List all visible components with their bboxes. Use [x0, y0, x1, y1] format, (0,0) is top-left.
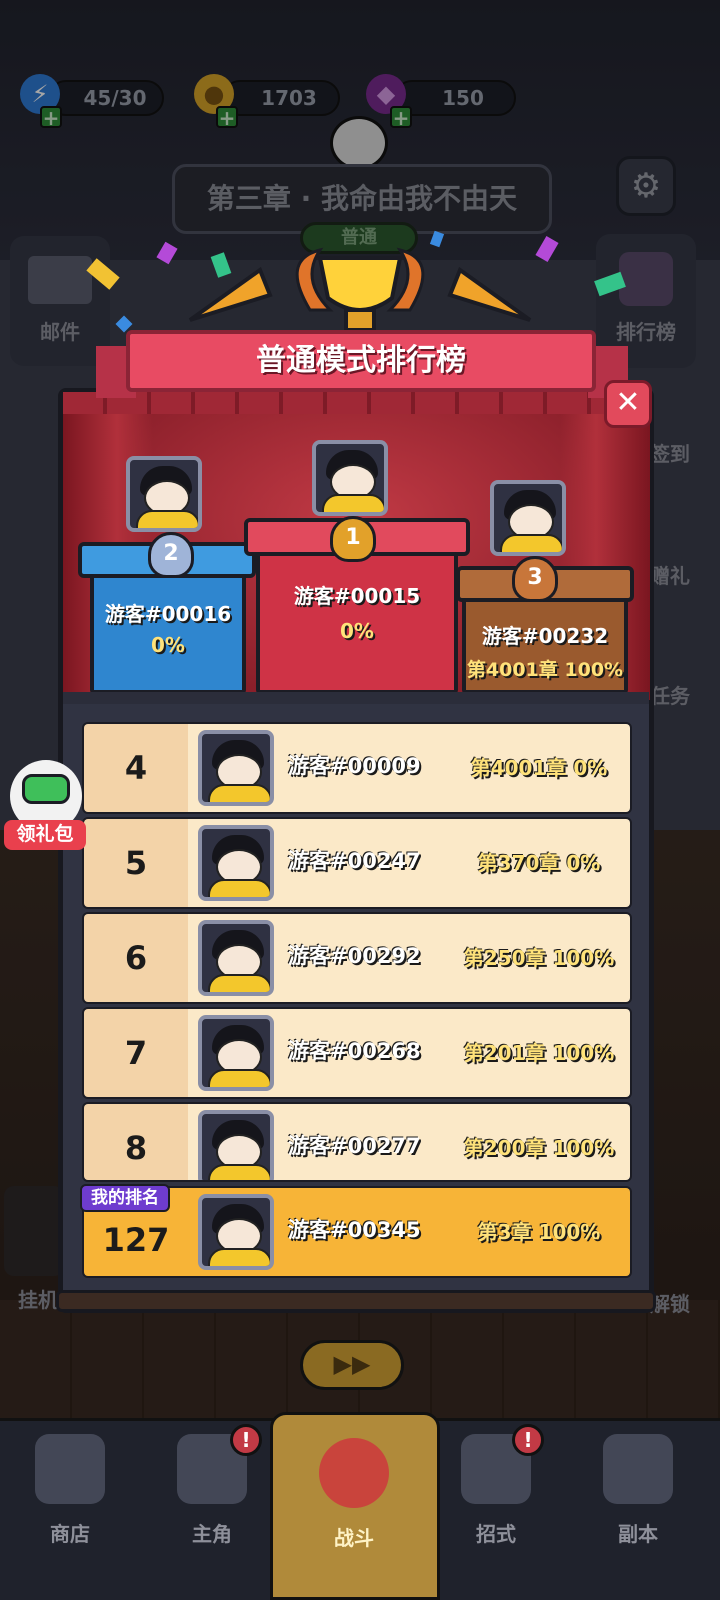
row-avatar	[198, 1015, 274, 1091]
trophy-icon	[188, 247, 532, 332]
row-avatar	[198, 1110, 274, 1180]
row-progress: 第4001章 0%	[470, 756, 608, 780]
nav-hero-label: 主角	[192, 1522, 232, 1546]
podium-3[interactable]: 游客#00232 第4001章 100%	[462, 598, 628, 694]
row-progress: 第370章 0%	[477, 851, 601, 875]
my-avatar	[198, 1194, 274, 1270]
nav-shop[interactable]: 商店	[10, 1430, 130, 1550]
nav-battle-label: 战斗	[334, 1526, 374, 1550]
podium-3-name: 游客#00232	[481, 624, 609, 648]
podium-2-score: 0%	[151, 633, 185, 657]
close-button[interactable]: ✕	[604, 380, 652, 428]
rank-2-badge: 2	[148, 532, 194, 578]
close-icon: ✕	[615, 385, 641, 420]
fast-forward-icon[interactable]: ▶▶	[300, 1340, 404, 1390]
my-rank-tag: 我的排名	[80, 1184, 170, 1212]
nav-shop-label: 商店	[50, 1522, 90, 1546]
curtain-valance	[63, 392, 649, 414]
shop-icon	[35, 1434, 105, 1504]
podium-1-score: 0%	[340, 619, 374, 643]
row-player-name: 游客#00277	[288, 1134, 421, 1158]
ranking-row[interactable]: 8 游客#00277 第200章 100%	[82, 1102, 632, 1182]
gamepad-machine-icon	[603, 1434, 673, 1504]
row-avatar	[198, 730, 274, 806]
panel-base	[56, 1290, 656, 1312]
row-player-name: 游客#00268	[288, 1039, 421, 1063]
podium-divider	[63, 692, 649, 704]
row-rank: 8	[84, 1104, 188, 1180]
podium-2[interactable]: 游客#00016 0%	[90, 574, 246, 694]
row-progress: 第200章 100%	[463, 1136, 615, 1160]
moves-alert-icon: !	[512, 1424, 544, 1456]
podium-2-name: 游客#00016	[104, 602, 232, 626]
hero-alert-icon: !	[230, 1424, 262, 1456]
boxing-gloves-icon	[319, 1438, 389, 1508]
my-player-name: 游客#00345	[288, 1218, 421, 1242]
gift-pack-label[interactable]: 领礼包	[4, 820, 86, 850]
podium-2-avatar[interactable]	[126, 456, 202, 532]
row-rank: 6	[84, 914, 188, 1002]
podium-1-name: 游客#00015	[293, 584, 421, 608]
my-progress: 第3章 100%	[477, 1220, 601, 1244]
podium-3-avatar[interactable]	[490, 480, 566, 556]
row-rank: 7	[84, 1009, 188, 1097]
gamepad-icon	[22, 774, 70, 804]
nav-dungeon[interactable]: 副本	[578, 1430, 698, 1550]
podium-1-avatar[interactable]	[312, 440, 388, 516]
ranking-row[interactable]: 5 游客#00247 第370章 0%	[82, 817, 632, 909]
ranking-row[interactable]: 6 游客#00292 第250章 100%	[82, 912, 632, 1004]
row-avatar	[198, 920, 274, 996]
nav-dungeon-label: 副本	[618, 1522, 658, 1546]
row-avatar	[198, 825, 274, 901]
podium-1[interactable]: 游客#00015 0%	[256, 552, 458, 694]
row-progress: 第201章 100%	[463, 1041, 615, 1065]
row-progress: 第250章 100%	[463, 946, 615, 970]
row-player-name: 游客#00292	[288, 944, 421, 968]
row-player-name: 游客#00009	[288, 754, 421, 778]
ranking-row[interactable]: 7 游客#00268 第201章 100%	[82, 1007, 632, 1099]
nav-moves-label: 招式	[476, 1522, 516, 1546]
nav-battle[interactable]: 战斗	[294, 1434, 414, 1554]
leaderboard-title: 普通模式排行榜	[126, 330, 596, 392]
rank-3-badge: 3	[512, 556, 558, 602]
row-rank: 4	[84, 724, 188, 812]
row-rank: 5	[84, 819, 188, 907]
podium-3-score: 第4001章 100%	[466, 659, 624, 681]
ranking-row[interactable]: 4 游客#00009 第4001章 0%	[82, 722, 632, 814]
row-player-name: 游客#00247	[288, 849, 421, 873]
rank-1-badge: 1	[330, 516, 376, 562]
